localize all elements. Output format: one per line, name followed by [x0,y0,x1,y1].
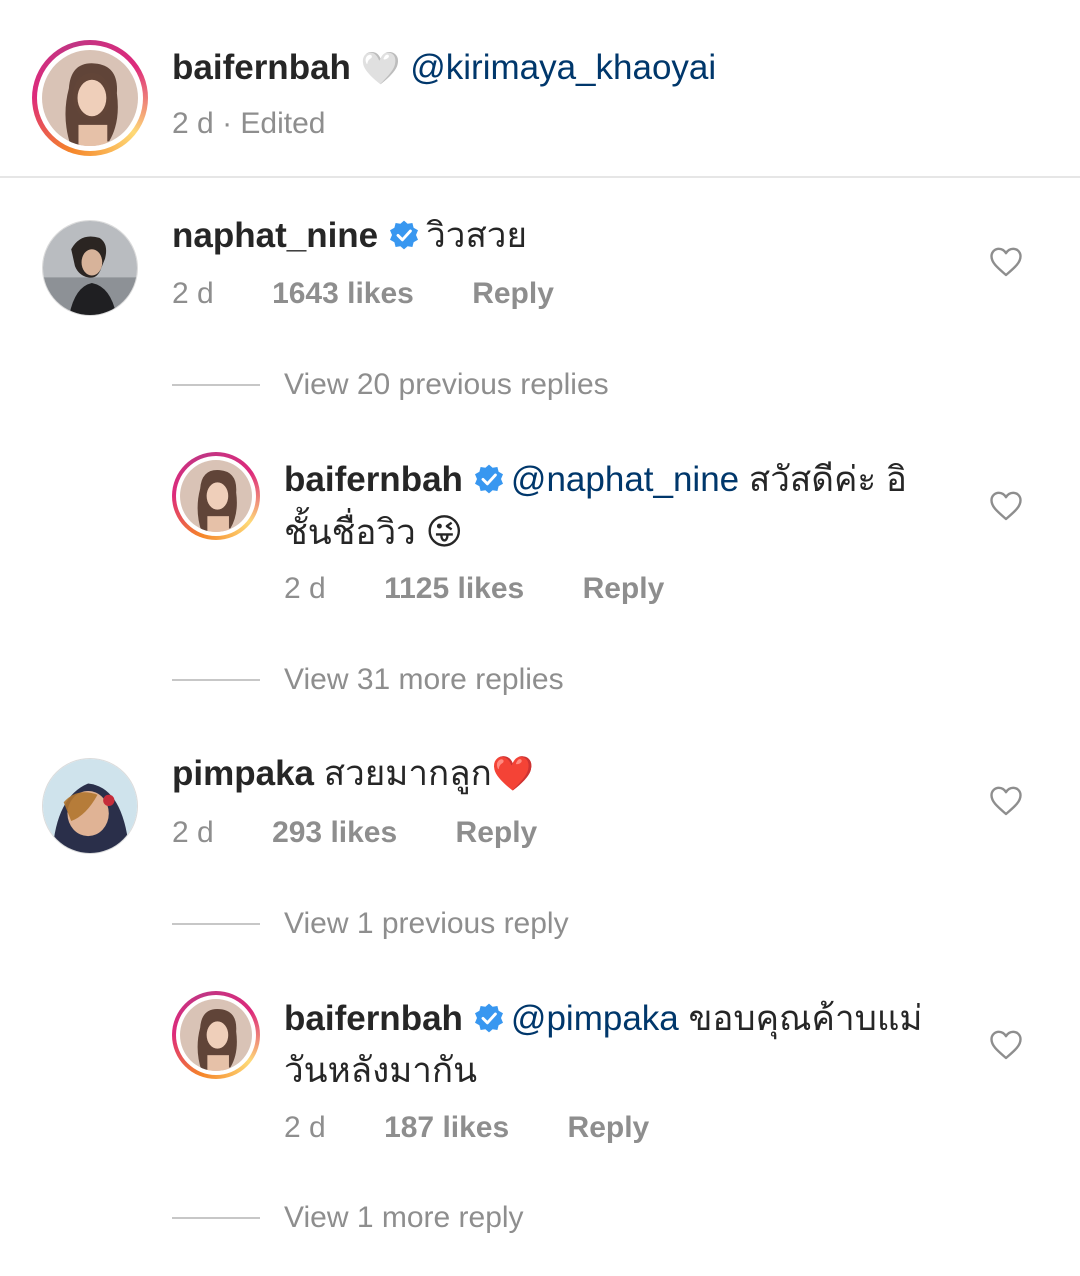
divider [0,176,1080,178]
comment-time: 2 d [172,277,214,310]
verified-badge-icon [474,1003,503,1033]
avatar [42,50,138,146]
view-more-label: View 1 more reply [284,1201,524,1234]
reply-text: ชั้นชื่อวิว [284,513,416,552]
caption-meta: 2 d · Edited [172,106,325,142]
like-count[interactable]: 1643 likes [272,277,414,310]
reply-avatar-ring[interactable] [172,991,260,1079]
reply-time: 2 d [284,572,326,605]
reply-button[interactable]: Reply [456,816,538,849]
verified-badge-icon [474,464,503,494]
reply-mention[interactable]: @pimpaka [511,999,679,1038]
avatar [180,460,252,532]
reply-meta: 2 d 1125 likes Reply [284,571,664,607]
view-more-label: View 31 more replies [284,663,564,696]
view-replies-label: View 1 previous reply [284,907,569,940]
comment-line: pimpaka สวยมากลูก❤️ [172,752,534,796]
like-count[interactable]: 1125 likes [384,572,524,605]
heart-outline-icon[interactable] [989,246,1023,278]
view-previous-replies[interactable]: View 20 previous replies [172,365,609,405]
view-more-replies[interactable]: View 31 more replies [172,660,564,700]
reply-avatar-ring[interactable] [172,452,260,540]
like-count[interactable]: 293 likes [272,816,397,849]
reply-button[interactable]: Reply [472,277,554,310]
caption-time: 2 d [172,107,214,140]
heart-outline-icon[interactable] [989,785,1023,817]
reply-time: 2 d [284,1111,326,1144]
reply-line-2: วันหลังมากัน [284,1049,477,1093]
caption-mention[interactable]: @kirimaya_khaoyai [410,48,716,87]
reply-username[interactable]: baifernbah [284,999,463,1038]
avatar [180,999,252,1071]
avatar[interactable] [42,758,138,854]
comment-time: 2 d [172,816,214,849]
view-replies-label: View 20 previous replies [284,368,609,401]
comment-line: naphat_nine วิวสวย [172,214,527,258]
reply-meta: 2 d 187 likes Reply [284,1110,649,1146]
reply-button[interactable]: Reply [583,572,665,605]
verified-badge-icon [390,220,419,250]
heart-outline-icon[interactable] [989,1029,1023,1061]
caption-edited: · Edited [222,107,326,140]
caption-avatar-ring[interactable] [32,40,148,156]
white-heart-emoji: 🤍 [360,50,401,86]
reply-line: baifernbah @pimpaka ขอบคุณค้าบแม่ [284,997,922,1041]
red-heart-emoji: ❤️ [491,755,535,793]
comment-text: สวยมากลูก [323,754,492,793]
reply-line: baifernbah @naphat_nine สวัสดีค่ะ อิ [284,458,907,502]
comment-text: วิวสวย [426,216,527,255]
reply-text: วันหลังมากัน [284,1051,478,1090]
comment-username[interactable]: naphat_nine [172,216,378,255]
reply-mention[interactable]: @naphat_nine [511,460,739,499]
heart-outline-icon[interactable] [989,490,1023,522]
like-count[interactable]: 187 likes [384,1111,509,1144]
comment-username[interactable]: pimpaka [172,754,314,793]
reply-text: ขอบคุณค้าบแม่ [688,999,923,1038]
winking-tongue-emoji: 😜 [425,511,464,552]
reply-button[interactable]: Reply [568,1111,650,1144]
view-previous-replies[interactable]: View 1 previous reply [172,904,569,944]
avatar[interactable] [42,220,138,316]
reply-text: สวัสดีค่ะ อิ [748,460,907,499]
reply-line-2: ชั้นชื่อวิว 😜 [284,510,463,555]
comment-meta: 2 d 1643 likes Reply [172,276,554,312]
caption-line: baifernbah 🤍 @kirimaya_khaoyai [172,46,716,90]
view-more-replies[interactable]: View 1 more reply [172,1198,524,1238]
reply-username[interactable]: baifernbah [284,460,463,499]
caption-username[interactable]: baifernbah [172,48,351,87]
comment-meta: 2 d 293 likes Reply [172,815,537,851]
